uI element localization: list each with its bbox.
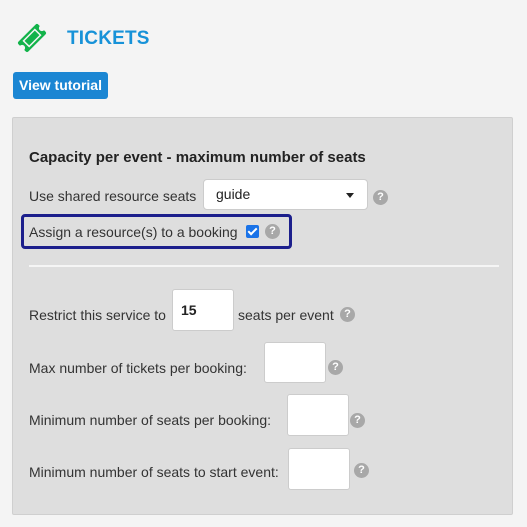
min-seats-start-input[interactable] [288,448,350,490]
shared-resource-value: guide [216,186,251,202]
capacity-panel: Capacity per event - maximum number of s… [12,117,513,515]
capacity-heading: Capacity per event - maximum number of s… [29,149,366,166]
help-icon[interactable]: ? [350,413,365,428]
min-seats-booking-input[interactable] [287,394,349,436]
caret-down-icon [346,193,354,198]
min-seats-start-label: Minimum number of seats to start event: [29,464,279,480]
max-tickets-label: Max number of tickets per booking: [29,360,247,376]
divider [29,265,499,267]
max-tickets-input[interactable] [264,342,326,383]
restrict-suffix-label: seats per event [238,307,334,323]
assign-resource-label: Assign a resource(s) to a booking [29,224,238,240]
seats-per-event-input[interactable] [172,289,234,331]
help-icon[interactable]: ? [373,190,388,205]
page-header [14,20,50,56]
assign-resource-checkbox[interactable] [246,225,259,238]
help-icon[interactable]: ? [340,307,355,322]
help-icon[interactable]: ? [354,463,369,478]
restrict-prefix-label: Restrict this service to [29,307,166,323]
shared-resource-select[interactable]: guide [203,179,368,210]
ticket-icon [17,23,47,53]
help-icon[interactable]: ? [265,224,280,239]
min-seats-booking-label: Minimum number of seats per booking: [29,412,271,428]
page-title: TICKETS [67,28,150,49]
help-icon[interactable]: ? [328,360,343,375]
view-tutorial-button[interactable]: View tutorial [13,72,108,99]
shared-resource-label: Use shared resource seats [29,188,197,204]
